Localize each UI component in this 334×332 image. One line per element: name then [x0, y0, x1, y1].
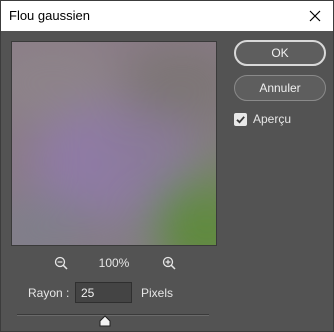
zoom-in-icon [162, 256, 176, 270]
dialog-title: Flou gaussien [9, 8, 90, 23]
zoom-out-button[interactable] [52, 254, 70, 272]
radius-slider-thumb[interactable] [99, 315, 111, 327]
unit-label: Pixels [141, 286, 174, 300]
checkmark-icon [236, 115, 245, 124]
cancel-button[interactable]: Annuler [234, 75, 326, 101]
zoom-bar: 100% [11, 254, 217, 272]
preview-checkbox[interactable] [234, 112, 247, 126]
radius-label: Rayon : [28, 286, 70, 300]
preview-blur-graphic [12, 42, 216, 245]
title-bar[interactable]: Flou gaussien [1, 1, 333, 31]
zoom-level: 100% [98, 256, 130, 270]
close-button[interactable] [297, 1, 333, 31]
zoom-in-button[interactable] [160, 254, 178, 272]
radius-input[interactable] [75, 282, 132, 303]
zoom-out-icon [54, 256, 68, 270]
gaussian-blur-dialog: Flou gaussien 100% Rayon: 25 Pixels OK … [0, 0, 334, 332]
radius-slider-track[interactable] [17, 314, 209, 316]
close-icon [309, 10, 321, 22]
preview-toggle[interactable]: Aperçu [234, 112, 291, 126]
preview-label: Aperçu [253, 112, 292, 126]
ok-button[interactable]: OK [234, 40, 326, 66]
blur-preview-image[interactable] [11, 41, 217, 246]
